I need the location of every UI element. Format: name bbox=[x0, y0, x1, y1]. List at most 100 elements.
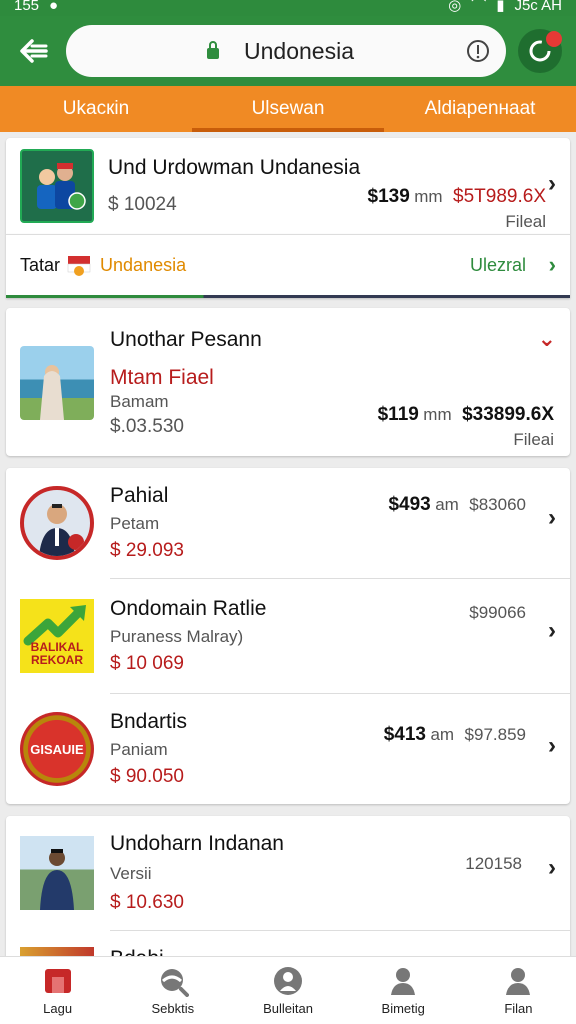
item-price: $ 29.093 bbox=[110, 540, 184, 561]
avatar bbox=[20, 486, 94, 560]
info-icon[interactable] bbox=[466, 39, 490, 63]
item-price: $ 10.630 bbox=[110, 892, 184, 913]
lock-icon bbox=[207, 41, 219, 59]
logo-text: BALIKAL REKOAR bbox=[30, 640, 84, 667]
item-price-unit: am bbox=[435, 495, 459, 514]
item-price-primary: $493 bbox=[388, 494, 431, 515]
flag-icon bbox=[67, 256, 91, 276]
nav-label: Sebktis bbox=[151, 1001, 195, 1016]
filter-label: Tatar bbox=[20, 254, 61, 275]
status-bar: 155 ● ◎ ⌒ ▮ J5c AH bbox=[0, 0, 576, 16]
highlight-sub: Bamam bbox=[110, 392, 169, 411]
tab-bar: Ukacкin Ulsewan Aldiapenнaat bbox=[0, 86, 576, 132]
highlight-note: Fileai bbox=[513, 430, 554, 449]
item-price: $ 90.050 bbox=[110, 766, 184, 787]
item-sub: Puraness Malray) bbox=[110, 627, 244, 646]
nav-label: Bulleitan bbox=[263, 1001, 313, 1016]
filter-country: Undanesia bbox=[100, 254, 187, 275]
highlight-card[interactable]: Unothar Pesann ⌄ Mtam Fiael Bamam $.03.5… bbox=[6, 308, 570, 456]
list-item[interactable]: Pahial Petam $ 29.093 $493 am $83060 › bbox=[6, 468, 570, 578]
list-item[interactable]: BALIKAL REKOAR Ondomain Ratlie Puraness … bbox=[6, 579, 570, 693]
search-icon bbox=[160, 969, 189, 997]
item-title: Pahial bbox=[110, 484, 169, 507]
list-item[interactable]: Undoharn Indanan Versii $ 10.630 120158 … bbox=[6, 816, 570, 930]
item-sub: Paniam bbox=[110, 740, 168, 759]
chevron-right-icon: › bbox=[548, 170, 556, 197]
notification-icon: ● bbox=[49, 0, 59, 14]
highlight-amount: $.03.530 bbox=[110, 416, 184, 437]
status-clock: J5c AH bbox=[514, 0, 562, 14]
nav-label: Bimetig bbox=[381, 1001, 425, 1016]
tab-ukackin[interactable]: Ukacкin bbox=[0, 86, 192, 132]
address-text: Undonesia bbox=[244, 37, 354, 64]
item-price-unit: am bbox=[430, 725, 455, 744]
item-sub: Petam bbox=[110, 514, 160, 533]
filter-bar[interactable]: Tatar Undanesia Ulezral › bbox=[6, 234, 570, 298]
featured-price-unit: mm bbox=[414, 187, 443, 206]
home-icon bbox=[44, 969, 71, 993]
item-price-primary: $413 bbox=[383, 724, 427, 745]
person-icon bbox=[391, 968, 416, 995]
item-title: Undoharn Indanan bbox=[110, 832, 284, 855]
chevron-right-icon: › bbox=[548, 252, 556, 277]
chevron-right-icon: › bbox=[548, 504, 556, 531]
person-photo-icon bbox=[39, 504, 84, 556]
list-b: Undoharn Indanan Versii $ 10.630 120158 … bbox=[6, 816, 570, 966]
item-logo: GISAUIE bbox=[20, 712, 94, 786]
signal-icon: ▮ bbox=[496, 0, 505, 14]
featured-price-left: $139 bbox=[367, 186, 410, 207]
chevron-right-icon: › bbox=[548, 617, 556, 644]
filter-progress bbox=[6, 295, 570, 298]
nav-filan[interactable]: Filan bbox=[461, 957, 576, 1024]
person-photo-icon bbox=[40, 849, 74, 910]
featured-thumbnail bbox=[20, 149, 94, 223]
address-bar[interactable]: Undonesia bbox=[66, 25, 506, 77]
nav-bulleitan[interactable]: Bulleitan bbox=[230, 957, 345, 1024]
logo-text: GISAUIE bbox=[30, 741, 84, 757]
bottom-nav: Lagu Sebktis Bulleitan Bimetig Filan bbox=[0, 956, 576, 1024]
status-time: 155 bbox=[14, 0, 40, 14]
highlight-price-left: $119 bbox=[377, 404, 419, 425]
chevron-down-icon[interactable]: ⌄ bbox=[538, 326, 556, 352]
item-price: $ 10 069 bbox=[110, 653, 184, 674]
featured-title: Und Urdowman Undanesia bbox=[108, 156, 361, 179]
back-arrow-icon bbox=[20, 39, 48, 63]
highlight-price-unit: mm bbox=[423, 405, 452, 424]
list-a: Pahial Petam $ 29.093 $493 am $83060 › B… bbox=[6, 468, 570, 804]
featured-note: Fileal bbox=[505, 212, 546, 231]
back-button[interactable] bbox=[14, 31, 54, 71]
profile-avatar[interactable] bbox=[518, 29, 562, 73]
item-price-secondary: $83060 bbox=[469, 495, 526, 514]
account-icon bbox=[506, 968, 531, 995]
item-price-secondary: $99066 bbox=[469, 603, 526, 622]
app-bar: Undonesia bbox=[0, 16, 576, 86]
featured-price-right: $5T989.6X bbox=[453, 186, 546, 207]
item-title: Bndartis bbox=[110, 710, 188, 733]
tab-ulsewan[interactable]: Ulsewan bbox=[192, 86, 384, 132]
highlight-thumbnail bbox=[20, 346, 94, 420]
nav-lagu[interactable]: Lagu bbox=[0, 957, 115, 1024]
wifi-icon: ⌒ bbox=[471, 0, 487, 14]
featured-card[interactable]: Und Urdowman Undanesia $ 10024 $139 mm $… bbox=[6, 138, 570, 234]
item-price-secondary: 120158 bbox=[465, 854, 522, 873]
list-item[interactable]: GISAUIE Bndartis Paniam $ 90.050 $413 am… bbox=[6, 694, 570, 804]
nav-bimetig[interactable]: Bimetig bbox=[346, 957, 461, 1024]
person-photo-icon bbox=[40, 365, 64, 420]
nav-label: Lagu bbox=[43, 1001, 73, 1016]
chevron-right-icon: › bbox=[548, 854, 556, 881]
nav-sebktis[interactable]: Sebktis bbox=[115, 957, 230, 1024]
item-logo: BALIKAL REKOAR bbox=[20, 599, 94, 673]
profile-circle-icon bbox=[274, 967, 302, 995]
nav-label: Filan bbox=[504, 1001, 533, 1016]
people-logo-icon bbox=[37, 163, 86, 210]
item-photo bbox=[20, 836, 94, 910]
filter-right[interactable]: Ulezral bbox=[470, 255, 526, 276]
item-price-secondary: $97.859 bbox=[464, 725, 526, 744]
vibrate-icon: ◎ bbox=[448, 0, 462, 14]
highlight-price-right: $33899.6X bbox=[462, 404, 554, 425]
highlight-subtitle: Mtam Fiael bbox=[110, 366, 214, 389]
highlight-title: Unothar Pesann bbox=[110, 328, 262, 351]
tab-aldiapenhaat[interactable]: Aldiapenнaat bbox=[384, 86, 576, 132]
chevron-right-icon: › bbox=[548, 732, 556, 759]
item-title: Ondomain Ratlie bbox=[110, 597, 267, 620]
